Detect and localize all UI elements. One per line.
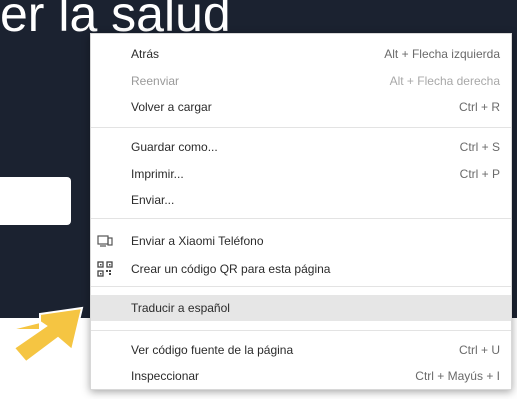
send-to-device-icon — [97, 233, 113, 249]
menu-item-label: Inspeccionar — [131, 369, 200, 383]
menu-item-view-source[interactable]: Ver código fuente de la página Ctrl + U — [91, 339, 511, 361]
menu-item-create-qr[interactable]: Crear un código QR para esta página — [91, 258, 511, 280]
menu-item-save-as[interactable]: Guardar como... Ctrl + S — [91, 136, 511, 158]
menu-item-forward: Reenviar Alt + Flecha derecha — [91, 70, 511, 92]
menu-item-label: Enviar... — [131, 193, 175, 207]
menu-item-shortcut: Ctrl + P — [459, 167, 500, 181]
menu-item-label: Traducir a español — [131, 301, 230, 315]
menu-item-back[interactable]: Atrás Alt + Flecha izquierda — [91, 43, 511, 65]
menu-item-shortcut: Ctrl + Mayús + I — [415, 369, 500, 383]
menu-item-print[interactable]: Imprimir... Ctrl + P — [91, 163, 511, 185]
menu-item-label: Enviar a Xiaomi Teléfono — [131, 234, 264, 248]
menu-item-shortcut: Alt + Flecha izquierda — [384, 47, 500, 61]
menu-item-label: Ver código fuente de la página — [131, 343, 294, 357]
menu-separator — [91, 330, 511, 331]
menu-item-translate[interactable]: Traducir a español — [91, 295, 511, 321]
qr-code-icon — [97, 261, 113, 277]
menu-item-label: Guardar como... — [131, 140, 218, 154]
menu-item-label: Reenviar — [131, 74, 180, 88]
menu-separator — [91, 218, 511, 219]
menu-item-inspect[interactable]: Inspeccionar Ctrl + Mayús + I — [91, 365, 511, 387]
menu-item-send-to-device[interactable]: Enviar a Xiaomi Teléfono — [91, 230, 511, 252]
menu-item-label: Atrás — [131, 47, 160, 61]
menu-item-shortcut: Ctrl + R — [458, 100, 500, 114]
menu-separator — [91, 286, 511, 287]
menu-item-label: Volver a cargar — [131, 100, 212, 114]
context-menu: Atrás Alt + Flecha izquierda Reenviar Al… — [90, 33, 512, 390]
menu-item-shortcut: Ctrl + S — [459, 140, 500, 154]
menu-item-reload[interactable]: Volver a cargar Ctrl + R — [91, 96, 511, 118]
menu-separator — [91, 127, 511, 128]
page-search-input[interactable] — [0, 177, 71, 225]
pointer-arrow-icon — [7, 306, 84, 364]
menu-item-shortcut: Alt + Flecha derecha — [389, 74, 500, 88]
menu-item-label: Imprimir... — [131, 167, 184, 181]
menu-item-send[interactable]: Enviar... — [91, 189, 511, 211]
menu-item-label: Crear un código QR para esta página — [131, 262, 331, 276]
menu-item-shortcut: Ctrl + U — [458, 343, 500, 357]
